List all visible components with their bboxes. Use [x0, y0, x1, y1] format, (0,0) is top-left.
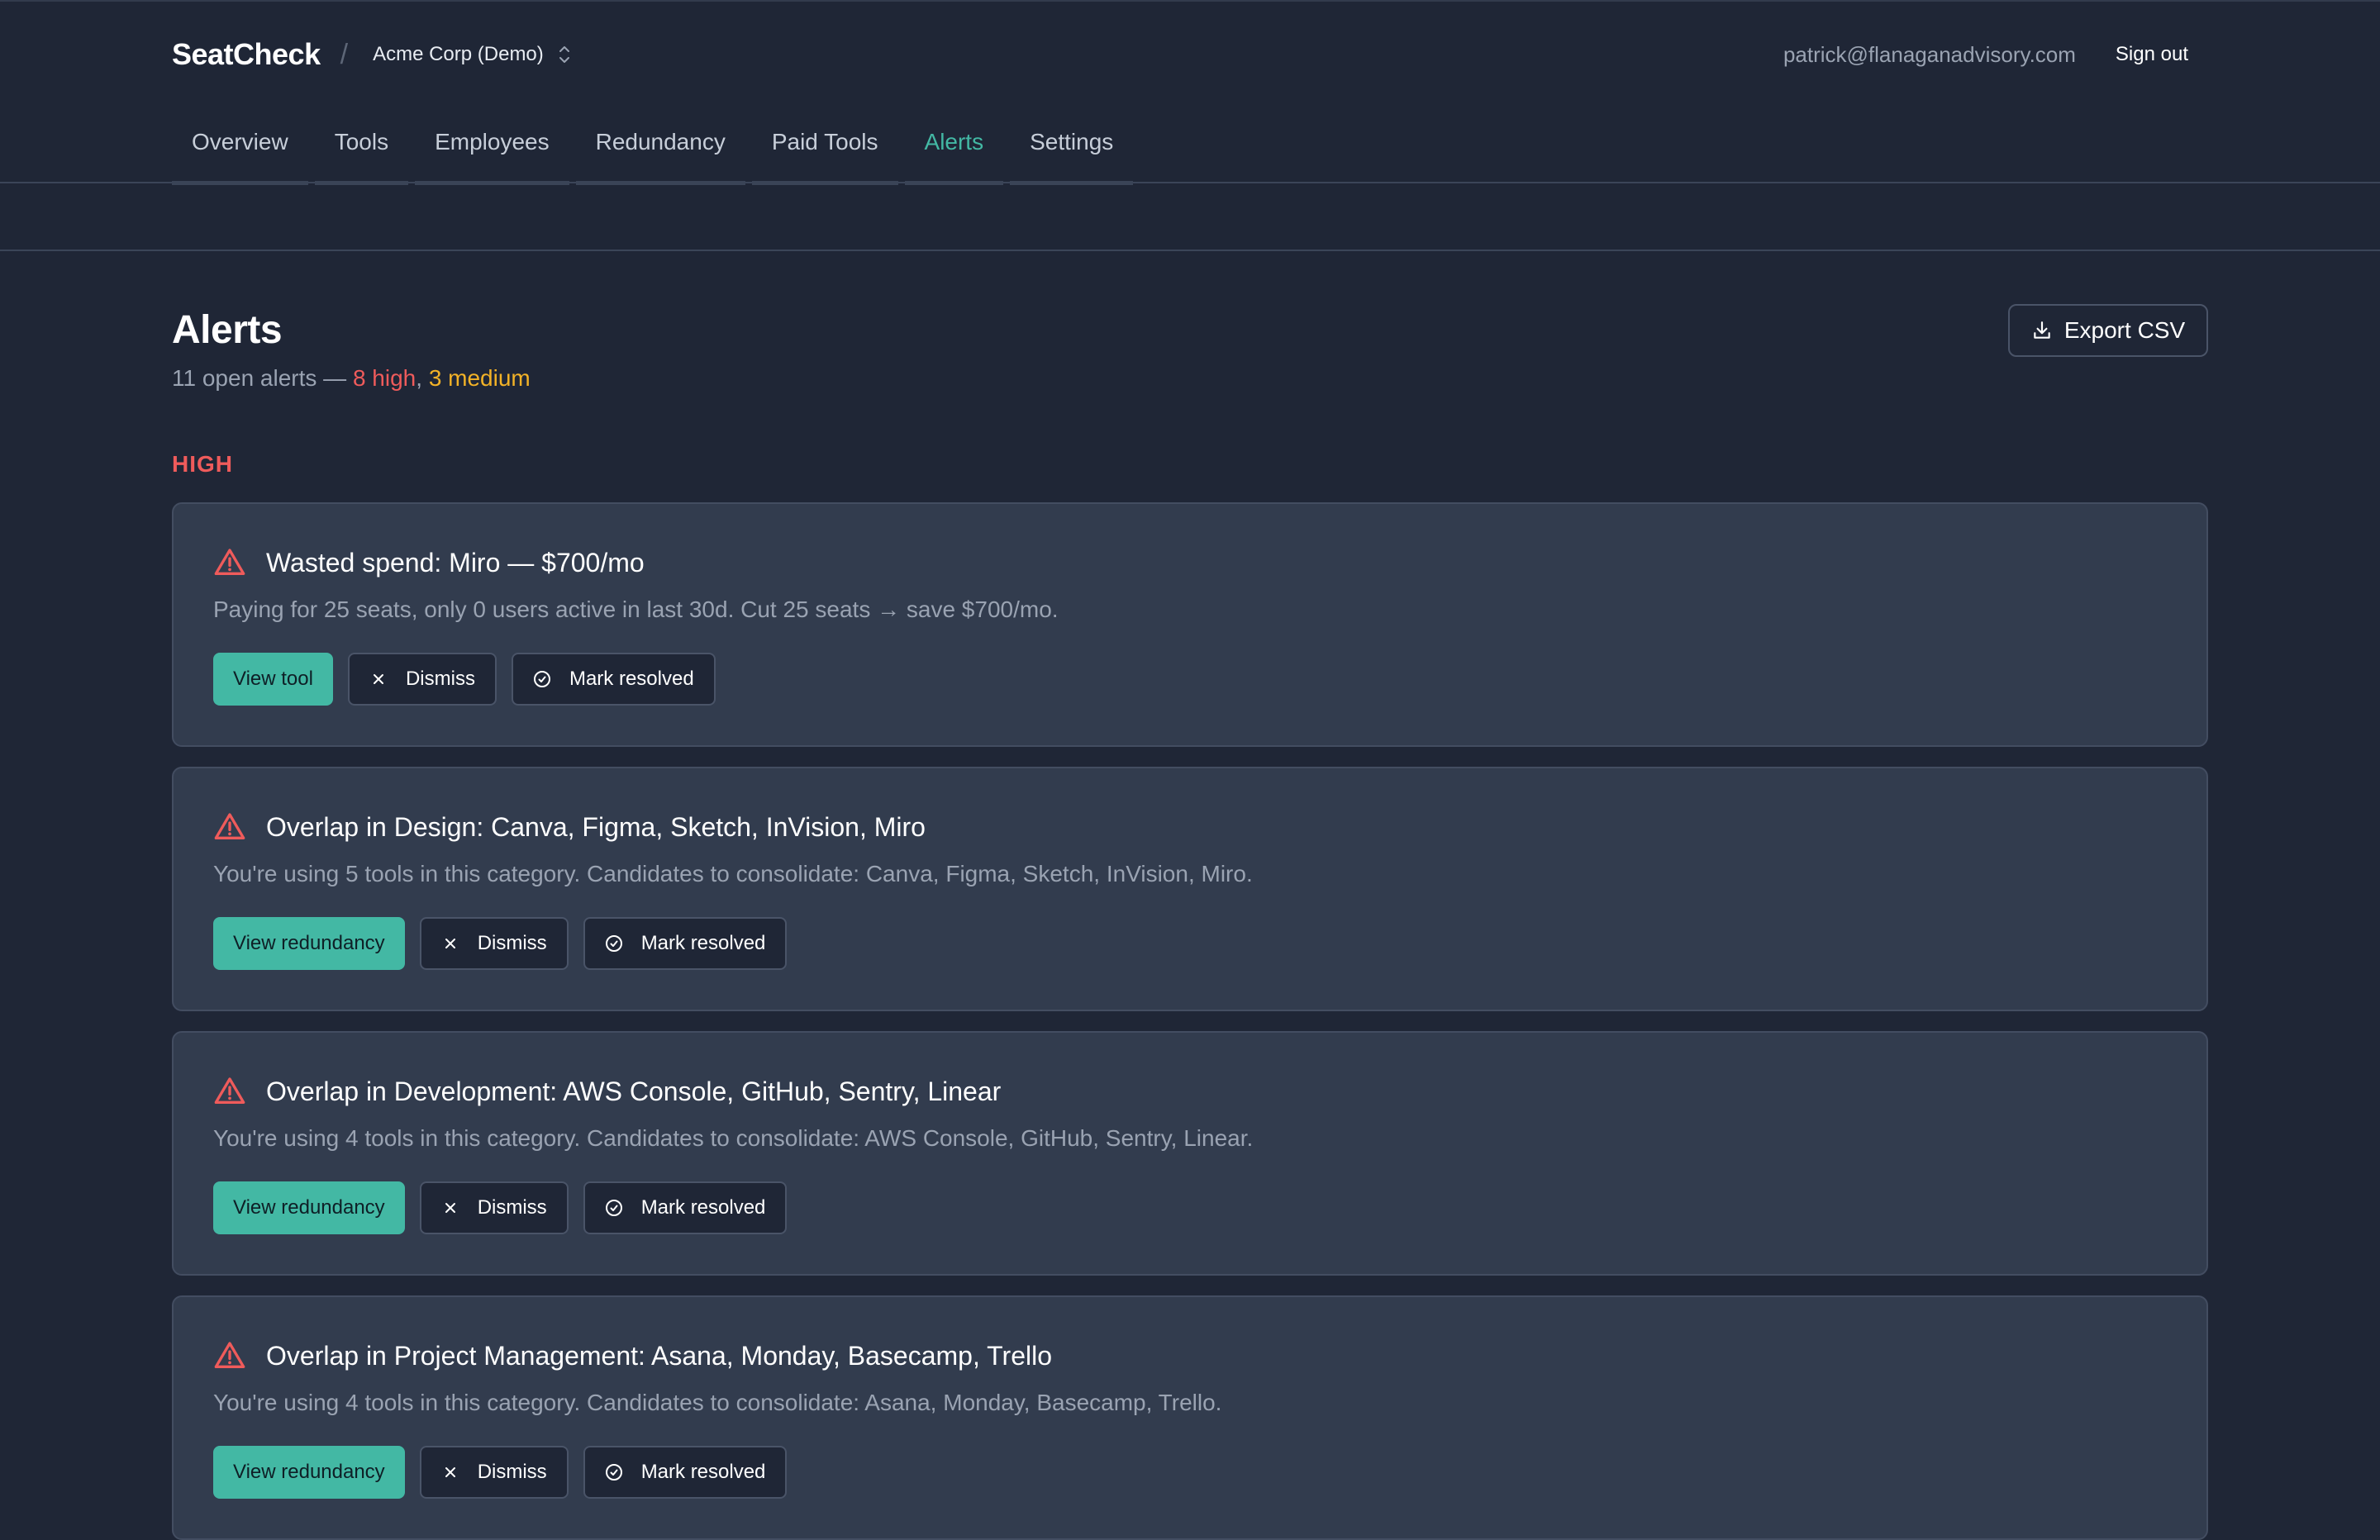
dismiss-button[interactable]: Dismiss	[419, 1181, 569, 1234]
mark-resolved-button[interactable]: Mark resolved	[583, 1446, 788, 1499]
warning-triangle-icon	[214, 813, 245, 839]
alert-title: Overlap in Design: Canva, Figma, Sketch,…	[266, 811, 926, 842]
alert-card: Wasted spend: Miro — $700/mo Paying for …	[172, 502, 2208, 747]
alert-title: Overlap in Project Management: Asana, Mo…	[266, 1340, 1052, 1371]
mark-resolved-label: Mark resolved	[640, 1196, 766, 1219]
tab-tools[interactable]: Tools	[314, 117, 409, 185]
close-icon	[445, 1467, 455, 1477]
dismiss-label: Dismiss	[405, 668, 475, 690]
alert-description: You're using 5 tools in this category. C…	[213, 861, 1253, 886]
alert-actions: View redundancy Dismiss Mark resolved	[213, 1181, 802, 1234]
dismiss-button[interactable]: Dismiss	[347, 653, 497, 706]
chevron-up-down-icon	[559, 46, 569, 63]
mark-resolved-label: Mark resolved	[569, 668, 694, 690]
alert-header: Overlap in Development: AWS Console, Git…	[213, 1072, 1001, 1110]
tab-alerts[interactable]: Alerts	[904, 117, 1004, 185]
export-label: Export CSV	[2063, 317, 2186, 343]
mark-resolved-label: Mark resolved	[640, 1461, 766, 1483]
alert-description: You're using 4 tools in this category. C…	[213, 1125, 1254, 1151]
org-name: Acme Corp (Demo)	[373, 43, 544, 65]
alert-actions: View redundancy Dismiss Mark resolved	[213, 1446, 802, 1499]
dismiss-button[interactable]: Dismiss	[419, 917, 569, 970]
summary-high: 8 high	[352, 365, 416, 391]
alert-title: Overlap in Development: AWS Console, Git…	[266, 1076, 1002, 1106]
alerts-summary: 11 open alerts — 8 high, 3 medium	[172, 365, 531, 392]
brand-row: SeatCheck / Acme Corp (Demo)	[172, 33, 572, 76]
mark-resolved-button[interactable]: Mark resolved	[583, 917, 788, 970]
check-circle-icon	[605, 1200, 622, 1216]
alert-card: Overlap in Design: Canva, Figma, Sketch,…	[172, 767, 2208, 1011]
alert-card: Overlap in Development: AWS Console, Git…	[172, 1031, 2208, 1276]
alert-card: Overlap in Project Management: Asana, Mo…	[172, 1295, 2208, 1540]
sign-out-button[interactable]: Sign out	[2116, 43, 2188, 66]
summary-count: 11 open alerts —	[172, 365, 353, 391]
check-circle-icon	[605, 935, 622, 952]
main-tabs: Overview Tools Employees Redundancy Paid…	[172, 117, 1140, 185]
user-email: patrick@flanaganadvisory.com	[1783, 41, 2076, 67]
alert-header: Overlap in Project Management: Asana, Mo…	[213, 1337, 1052, 1375]
tab-employees[interactable]: Employees	[415, 117, 569, 185]
top-navigation: SeatCheck / Acme Corp (Demo) patrick@fla…	[0, 0, 2380, 185]
alert-title: Wasted spend: Miro — $700/mo	[266, 547, 645, 578]
check-circle-icon	[533, 671, 550, 687]
close-icon	[445, 939, 455, 948]
tab-overview[interactable]: Overview	[172, 117, 308, 185]
download-icon	[2034, 321, 2050, 339]
mark-resolved-label: Mark resolved	[640, 932, 766, 954]
view-redundancy-button[interactable]: View redundancy	[213, 1446, 405, 1499]
dismiss-button[interactable]: Dismiss	[419, 1446, 569, 1499]
view-tool-button[interactable]: View tool	[213, 653, 333, 706]
alert-actions: View tool Dismiss Mark resolved	[213, 653, 731, 706]
dismiss-label: Dismiss	[477, 932, 547, 954]
brand-logo[interactable]: SeatCheck	[172, 37, 321, 72]
summary-separator: ,	[416, 365, 429, 391]
close-icon	[373, 674, 383, 684]
view-redundancy-button[interactable]: View redundancy	[213, 1181, 405, 1234]
alert-description: You're using 4 tools in this category. C…	[213, 1390, 1222, 1415]
section-high-label: HIGH	[172, 451, 233, 477]
user-menu: patrick@flanaganadvisory.com Sign out	[1783, 33, 2208, 76]
dismiss-label: Dismiss	[477, 1461, 547, 1483]
tab-redundancy[interactable]: Redundancy	[575, 117, 745, 185]
warning-triangle-icon	[214, 1077, 245, 1104]
check-circle-icon	[605, 1464, 622, 1481]
page-title: Alerts	[172, 308, 283, 352]
dismiss-label: Dismiss	[477, 1196, 547, 1219]
breadcrumb-separator: /	[340, 38, 349, 70]
view-redundancy-button[interactable]: View redundancy	[213, 917, 405, 970]
org-switcher[interactable]: Acme Corp (Demo)	[373, 43, 572, 66]
summary-medium: 3 medium	[428, 365, 531, 391]
mark-resolved-button[interactable]: Mark resolved	[511, 653, 716, 706]
alert-header: Overlap in Design: Canva, Figma, Sketch,…	[213, 808, 926, 846]
warning-triangle-icon	[214, 1342, 245, 1368]
export-csv-button[interactable]: Export CSV	[2008, 304, 2208, 357]
alert-actions: View redundancy Dismiss Mark resolved	[213, 917, 802, 970]
tab-settings[interactable]: Settings	[1010, 117, 1134, 185]
alert-description: Paying for 25 seats, only 0 users active…	[213, 597, 1059, 622]
tab-paid-tools[interactable]: Paid Tools	[751, 117, 898, 185]
close-icon	[445, 1203, 455, 1213]
sub-toolbar	[0, 183, 2380, 251]
warning-triangle-icon	[214, 549, 245, 575]
alert-header: Wasted spend: Miro — $700/mo	[213, 544, 645, 582]
mark-resolved-button[interactable]: Mark resolved	[583, 1181, 788, 1234]
